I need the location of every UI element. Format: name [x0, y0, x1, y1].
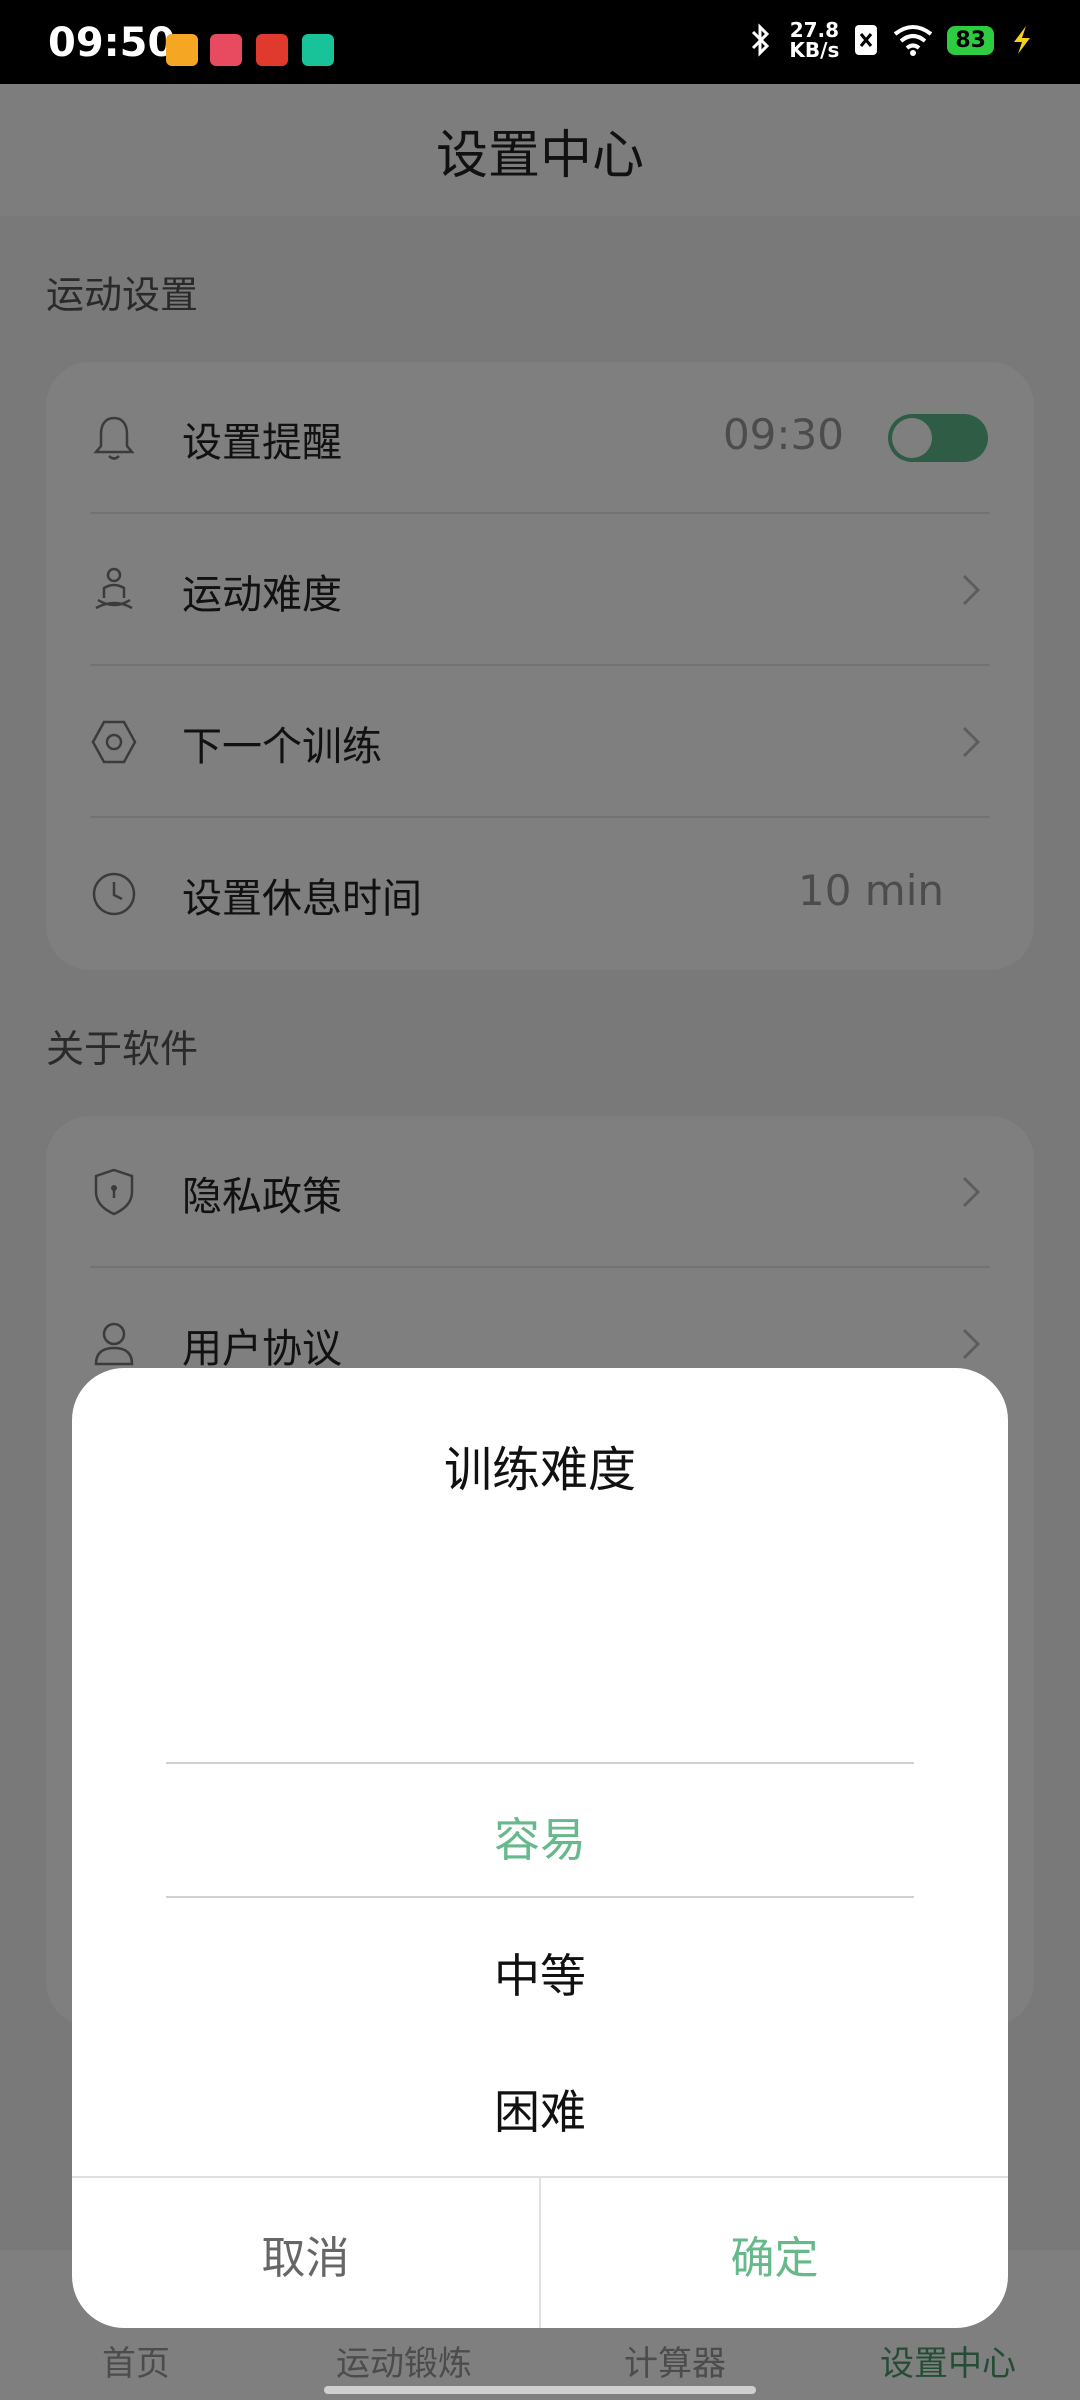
notification-app-icon-4	[302, 34, 334, 66]
notification-app-icon-1	[166, 34, 198, 66]
difficulty-dialog: 训练难度 容易 中等 困难 取消 确定	[72, 1368, 1008, 2328]
network-speed-unit: KB/s	[789, 38, 840, 62]
battery-indicator: 83	[947, 25, 994, 55]
picker-option-easy[interactable]: 容易	[72, 1804, 1008, 1870]
picker-option-medium[interactable]: 中等	[72, 1940, 1008, 2006]
notification-app-icon-2	[210, 34, 242, 66]
notification-app-icon-3	[256, 34, 288, 66]
bluetooth-icon	[752, 23, 770, 57]
network-speed: 27.8 KB/s	[789, 20, 839, 60]
home-indicator[interactable]	[324, 2386, 756, 2394]
picker-selection-line-top	[166, 1762, 914, 1764]
charging-icon	[1014, 26, 1030, 54]
picker-option-hard[interactable]: 困难	[72, 2076, 1008, 2142]
dialog-actions: 取消 确定	[72, 2176, 1008, 2328]
dialog-title: 训练难度	[443, 1442, 636, 1498]
sim-card-icon	[855, 25, 878, 55]
status-bar: 09:50 27.8 KB/s 83	[0, 0, 1080, 84]
status-time: 09:50	[48, 20, 176, 66]
wifi-icon	[894, 25, 933, 56]
confirm-button[interactable]: 确定	[541, 2178, 1008, 2328]
status-right: 27.8 KB/s 83	[745, 20, 1036, 60]
network-speed-value: 27.8	[789, 18, 840, 42]
cancel-button[interactable]: 取消	[72, 2178, 539, 2328]
picker-selection-line-bottom	[166, 1896, 914, 1898]
